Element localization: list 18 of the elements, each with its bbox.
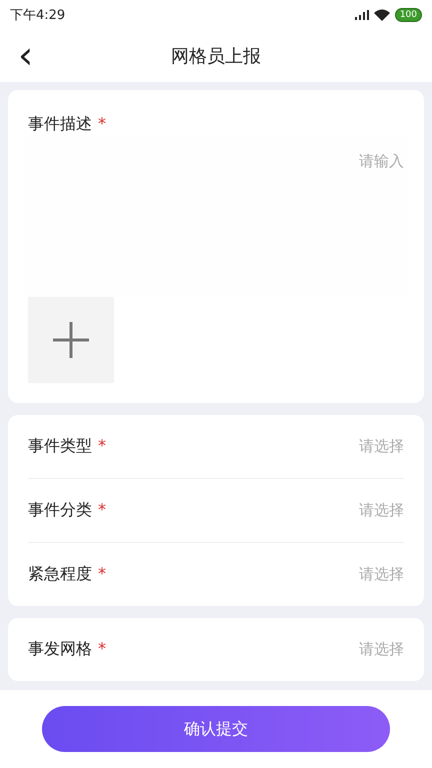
status-time: 下午4:29 [10,7,66,24]
wifi-icon [374,9,390,21]
field-label: 事件类型 * [28,436,106,457]
select-field[interactable]: 请选择 [359,640,404,659]
back-button[interactable]: ‹ [14,36,38,74]
plus-icon [51,320,91,360]
page-title: 网格员上报 [171,45,261,68]
signal-icon [354,10,369,20]
field-label: 事发网格 * [28,639,106,660]
select-field[interactable]: 请选择 [359,501,404,520]
select-field[interactable]: 请选择 [359,437,404,456]
select-field[interactable]: 请选择 [359,565,404,584]
add-photo-button[interactable] [28,297,114,383]
field-label: 紧急程度 * [28,564,106,585]
field-label: 事件描述 * [28,114,106,133]
battery-level: 100 [394,8,422,22]
field-label: 事件分类 * [28,500,106,521]
submit-button[interactable]: 确认提交 [42,706,390,752]
